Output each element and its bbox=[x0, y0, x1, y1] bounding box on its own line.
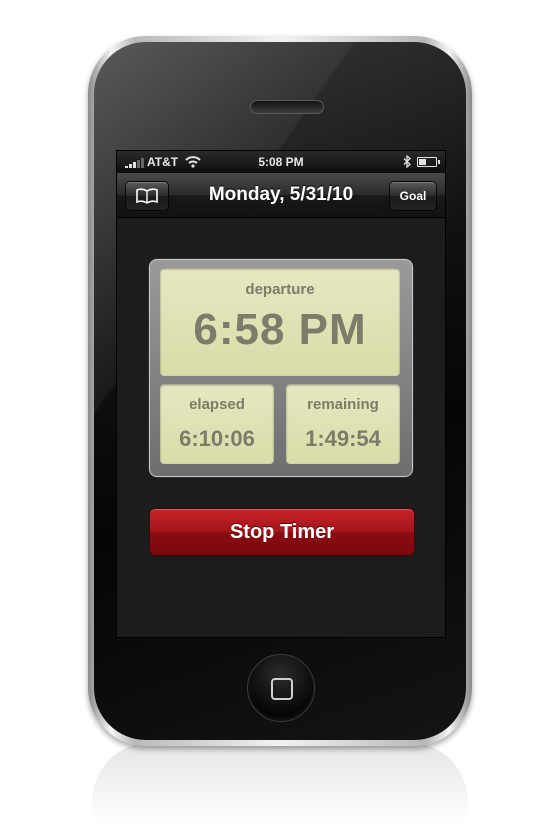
departure-label: departure bbox=[245, 281, 315, 298]
navigation-bar: Monday, 5/31/10 Goal bbox=[117, 173, 445, 218]
stop-timer-button[interactable]: Stop Timer bbox=[149, 508, 415, 556]
earpiece-speaker bbox=[250, 100, 324, 114]
remaining-display: remaining 1:49:54 bbox=[286, 384, 400, 464]
elapsed-label: elapsed bbox=[189, 396, 245, 413]
timer-display-panel: departure 6:58 PM elapsed 6:10:06 remain… bbox=[149, 259, 413, 477]
remaining-label: remaining bbox=[307, 396, 379, 413]
app-screen: AT&T 5:08 PM Monday, 5/31/10 Goal depart… bbox=[116, 150, 446, 638]
status-time: 5:08 PM bbox=[258, 155, 304, 169]
goal-button[interactable]: Goal bbox=[389, 181, 437, 211]
status-bar: AT&T 5:08 PM bbox=[117, 151, 445, 173]
phone-reflection bbox=[92, 742, 468, 838]
battery-icon bbox=[417, 157, 440, 167]
home-button[interactable] bbox=[247, 654, 315, 722]
home-square-icon bbox=[271, 678, 293, 700]
elapsed-display: elapsed 6:10:06 bbox=[160, 384, 274, 464]
departure-time: 6:58 PM bbox=[193, 305, 367, 354]
departure-display: departure 6:58 PM bbox=[160, 268, 400, 376]
bluetooth-icon bbox=[403, 155, 411, 168]
elapsed-value: 6:10:06 bbox=[179, 426, 255, 451]
remaining-value: 1:49:54 bbox=[305, 426, 381, 451]
